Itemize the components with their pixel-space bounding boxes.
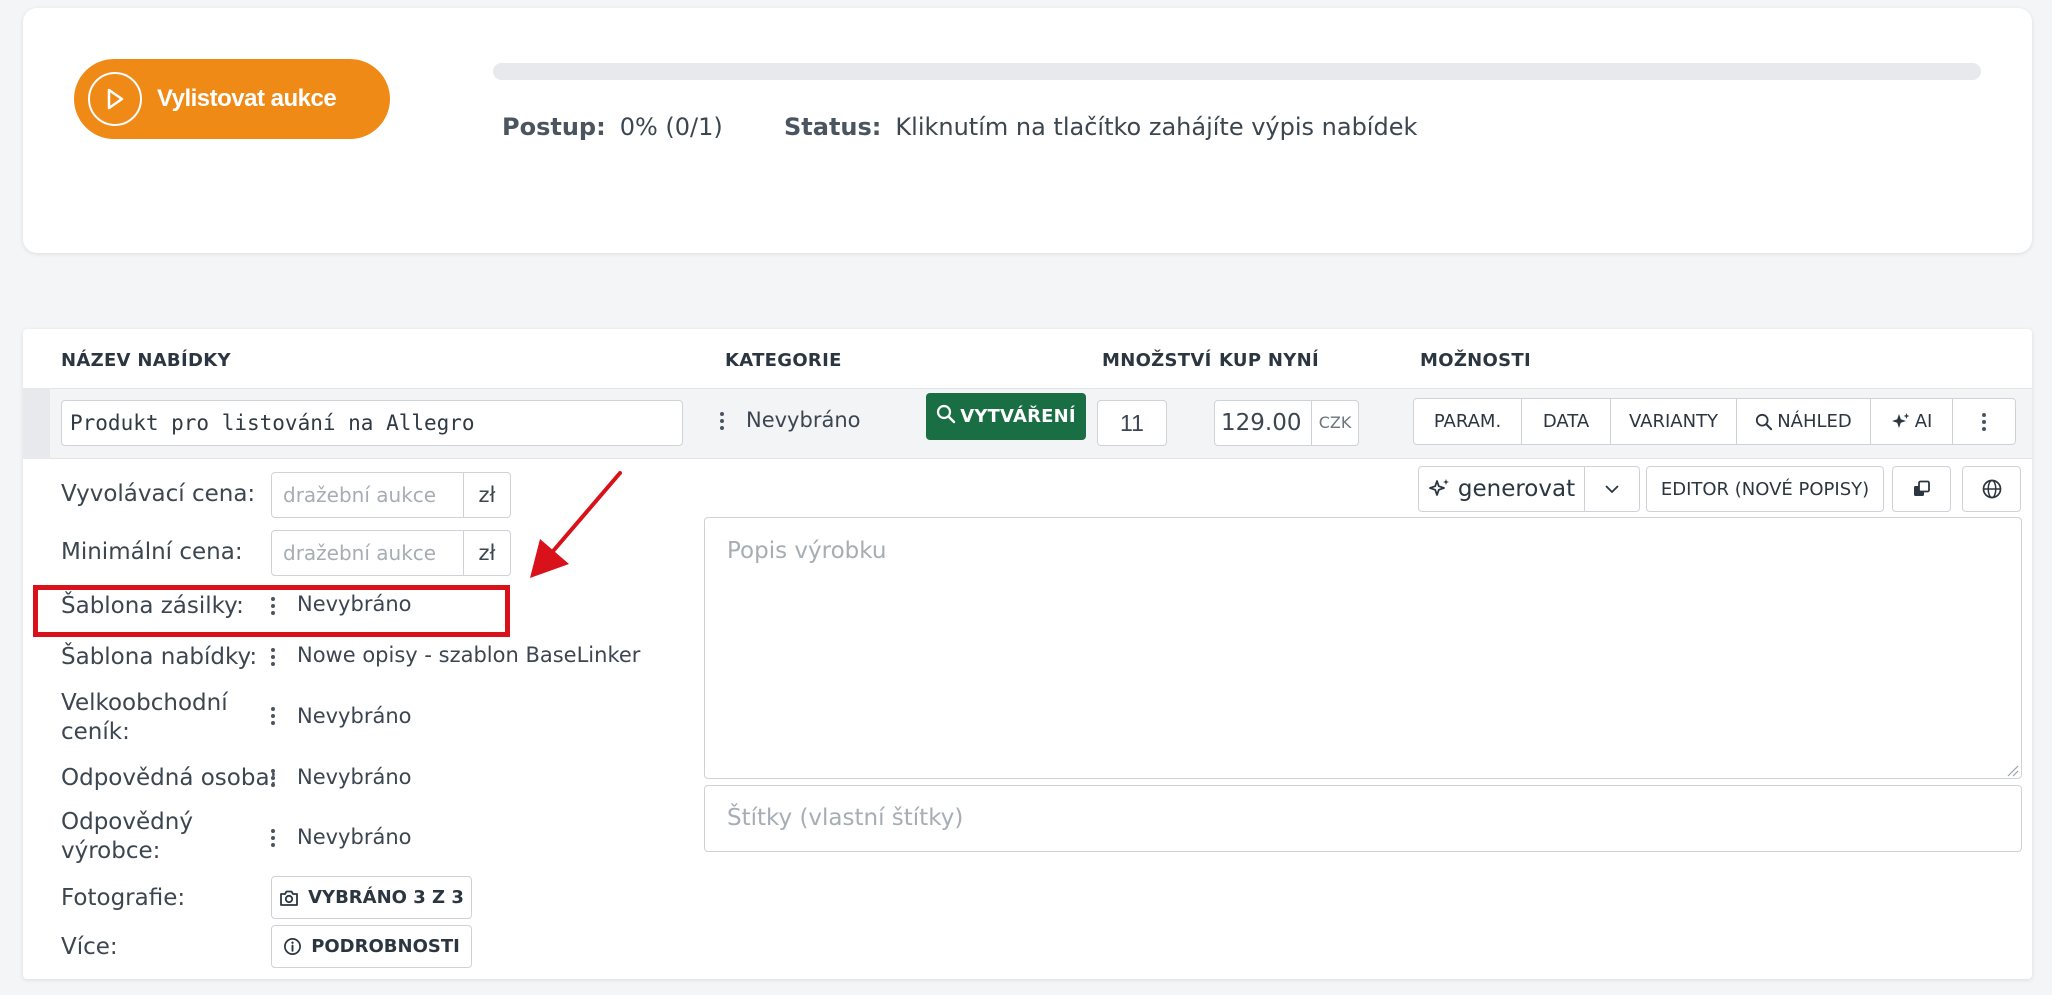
editor-button[interactable]: EDITOR (NOVÉ POPISY) [1646,466,1884,512]
starting-price-label: Vyvolávací cena: [61,481,256,507]
offer-title-input[interactable] [61,400,683,446]
category-menu-icon[interactable] [719,412,725,430]
generate-dropdown-toggle[interactable] [1585,467,1639,511]
responsible-person-value: Nevybráno [297,765,412,789]
product-description-textarea[interactable]: Popis výrobku [704,517,2022,779]
header-options: MOŽNOSTI [1420,350,1531,371]
generate-button[interactable]: generovat [1419,467,1585,511]
progress-stat: Postup: 0% (0/1) [502,113,723,141]
header-offer-name: NÁZEV NABÍDKY [61,350,231,371]
details-button[interactable]: PODROBNOSTI [271,925,472,968]
resize-handle-icon[interactable] [2005,763,2019,777]
status-label: Status: [784,113,882,141]
ai-label: AI [1914,411,1933,432]
chevron-down-icon [1605,485,1619,494]
min-price-field[interactable]: dražební aukce zł [271,530,511,576]
photos-button[interactable]: VYBRÁNO 3 Z 3 [271,876,472,919]
kebab-icon [1981,412,1987,431]
search-icon [1756,413,1773,430]
ai-button[interactable]: AI [1871,399,1953,444]
starting-price-input[interactable]: dražební aukce [272,473,464,517]
copy-icon [1913,480,1930,496]
sparkle-icon [1428,479,1449,496]
generate-button-group: generovat [1418,466,1640,512]
annotation-arrow-icon [530,471,622,578]
price-value[interactable]: 129.00 [1215,401,1312,445]
offer-template-value: Nowe opisy - szablon BaseLinker [297,643,641,667]
progress-bar [493,63,1981,80]
copy-button[interactable] [1892,466,1951,512]
globe-icon [1982,479,2001,499]
wholesale-menu-icon[interactable] [270,707,276,725]
variants-button[interactable]: VARIANTY [1611,399,1737,444]
list-auctions-label: Vylistovat aukce [157,85,337,112]
status-text: Kliknutím na tlačítko zahájíte výpis nab… [895,113,1418,141]
list-auctions-button[interactable]: Vylistovat aukce [74,59,390,139]
currency-label: CZK [1318,413,1352,432]
min-price-label: Minimální cena: [61,539,243,565]
more-options-button[interactable] [1953,399,2015,444]
buy-now-price-field[interactable]: 129.00 CZK [1214,400,1359,446]
more-label: Více: [61,934,118,960]
offer-template-menu-icon[interactable] [270,648,276,666]
preview-button[interactable]: NÁHLED [1737,399,1871,444]
details-button-label: PODROBNOSTI [311,936,460,957]
highlight-box [33,585,510,637]
category-value: Nevybráno [746,408,861,432]
language-button[interactable] [1962,466,2021,512]
progress-label: Postup: [502,113,606,141]
preview-label: NÁHLED [1777,411,1852,432]
create-category-button[interactable]: VYTVÁŘENÍ [926,393,1086,440]
data-button[interactable]: DATA [1522,399,1611,444]
options-button-group: PARAM. DATA VARIANTY NÁHLED AI [1413,398,2016,445]
currency-unit: zł [478,541,496,565]
info-icon [284,938,302,955]
wholesale-label: Velkoobchodní ceník: [61,690,228,745]
photos-label: Fotografie: [61,885,186,911]
camera-icon [280,890,299,906]
tags-input[interactable]: Štítky (vlastní štítky) [704,785,2022,852]
min-price-input[interactable]: dražební aukce [272,531,464,575]
header-buy-now: KUP NYNÍ [1219,350,1319,371]
generate-label: generovat [1457,476,1576,502]
header-category: KATEGORIE [725,350,842,371]
search-icon [936,404,956,429]
responsible-person-label: Odpovědná osoba: [61,765,278,791]
currency-unit: zł [478,483,496,507]
photos-button-label: VYBRÁNO 3 Z 3 [308,887,464,908]
param-button[interactable]: PARAM. [1414,399,1522,444]
play-icon [88,72,142,126]
responsible-producer-menu-icon[interactable] [270,829,276,847]
sparkle-icon [1891,412,1910,428]
wholesale-value: Nevybráno [297,704,412,728]
progress-value: 0% (0/1) [619,113,723,141]
quantity-input[interactable] [1097,400,1167,446]
header-quantity: MNOŽSTVÍ [1102,350,1212,371]
starting-price-field[interactable]: dražební aukce zł [271,472,511,518]
row-drag-handle[interactable] [23,388,50,459]
responsible-producer-label: Odpovědný výrobce: [61,809,193,864]
responsible-producer-value: Nevybráno [297,825,412,849]
status-stat: Status: Kliknutím na tlačítko zahájíte vý… [784,113,1417,141]
create-label: VYTVÁŘENÍ [960,406,1076,427]
offer-template-label: Šablona nabídky: [61,644,258,670]
responsible-person-menu-icon[interactable] [270,769,276,787]
